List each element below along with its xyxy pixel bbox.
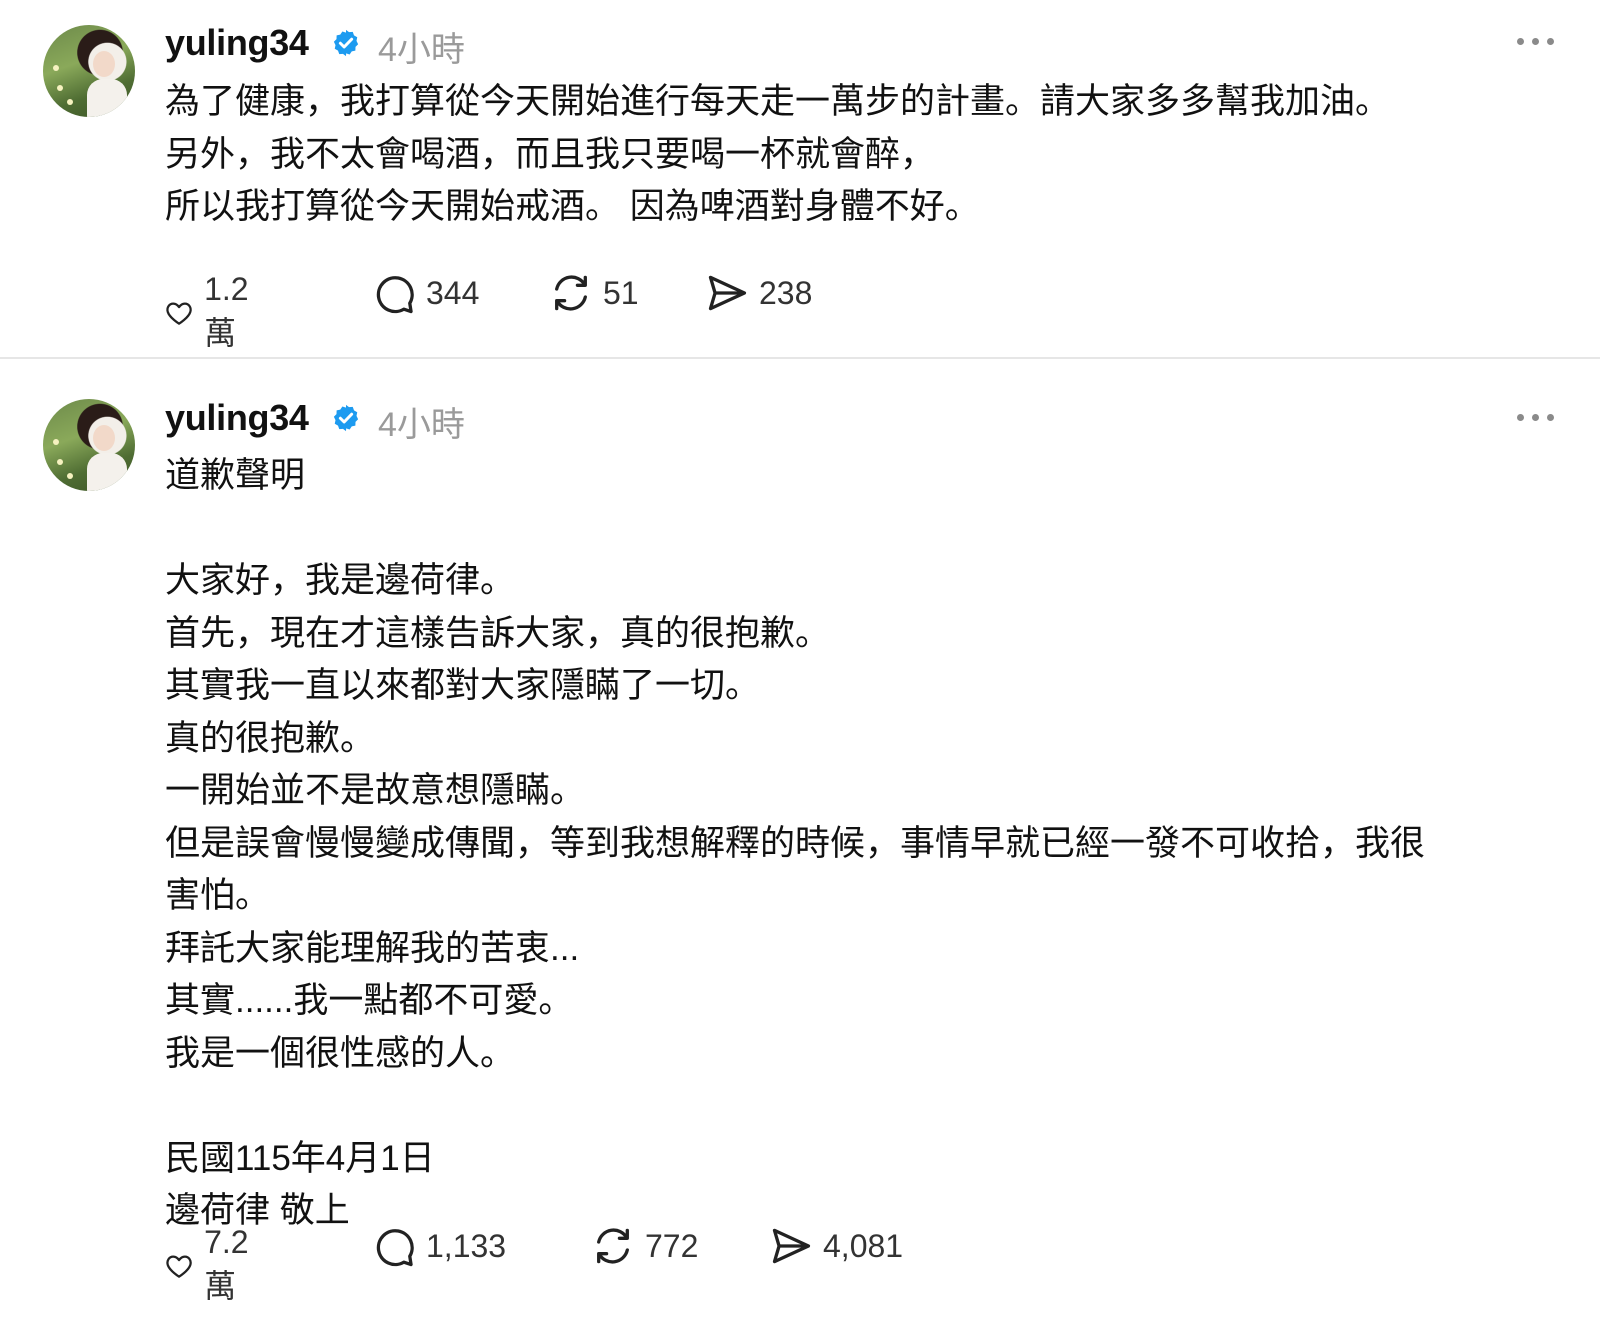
- more-dots-icon: [1517, 414, 1524, 421]
- post-text-line: 另外，我不太會喝酒，而且我只要喝一杯就會醉，: [165, 134, 936, 174]
- verified-badge-icon: [333, 404, 359, 432]
- post-text-line: 所以我打算從今天開始戒酒。 因為啤酒對身體不好。: [165, 187, 980, 226]
- avatar[interactable]: [43, 399, 135, 491]
- heart-icon: [166, 301, 192, 325]
- post-text-line: 我是一個很性感的人。: [165, 1033, 516, 1073]
- post-text-line: 民國115年4月1日: [165, 1138, 435, 1178]
- share-button[interactable]: 4,081: [769, 1224, 903, 1268]
- more-options-button[interactable]: [1517, 38, 1554, 45]
- post-text-line: 其實......我一點都不可愛。: [165, 981, 574, 1020]
- post-divider: [0, 357, 1600, 359]
- send-icon: [708, 275, 747, 311]
- post-text-line: 大家好，我是邊荷律。: [165, 561, 516, 600]
- heart-icon: [166, 1254, 192, 1278]
- post-text-line: 一開始並不是故意想隱瞞。: [165, 771, 586, 810]
- like-button[interactable]: 1.2 萬: [164, 271, 262, 354]
- like-button[interactable]: 7.2 萬: [164, 1224, 262, 1307]
- username[interactable]: yuling34: [165, 397, 309, 439]
- repost-icon: [555, 275, 587, 311]
- timestamp: 4小時: [378, 31, 465, 69]
- post-text-line: 拜託大家能理解我的苦衷...: [165, 928, 580, 968]
- post-text-line: 其實我一直以來都對大家隱瞞了一切。: [165, 666, 761, 705]
- more-options-button[interactable]: [1517, 414, 1554, 421]
- post-text-line: 為了健康，我打算從今天開始進行每天走一萬步的計畫。請大家多多幫我加油。: [165, 82, 1391, 121]
- verified-badge-icon: [333, 29, 359, 57]
- repost-icon: [597, 1228, 629, 1264]
- comment-bubble-icon: [376, 1229, 414, 1267]
- post-text-line: 道歉聲明: [165, 456, 306, 495]
- send-icon: [772, 1228, 811, 1264]
- post-text-line: 害怕。: [165, 876, 271, 915]
- timestamp: 4小時: [378, 406, 465, 444]
- more-dots-icon: [1517, 38, 1524, 45]
- post-text-line: 但是誤會慢慢變成傳聞，等到我想解釋的時候，事情早就已經一發不可收拾，我很: [165, 823, 1426, 863]
- repost-button[interactable]: 772: [591, 1224, 698, 1268]
- comment-button[interactable]: 1,133: [372, 1224, 506, 1268]
- repost-button[interactable]: 51: [549, 271, 639, 315]
- comment-button[interactable]: 344: [372, 271, 479, 315]
- post-text-line: 首先，現在才這樣告訴大家，真的很抱歉。: [165, 613, 831, 653]
- share-button[interactable]: 238: [705, 271, 812, 315]
- post-text-line: 真的很抱歉。: [165, 718, 376, 758]
- username[interactable]: yuling34: [165, 22, 309, 64]
- comment-bubble-icon: [376, 276, 414, 314]
- avatar[interactable]: [43, 25, 135, 117]
